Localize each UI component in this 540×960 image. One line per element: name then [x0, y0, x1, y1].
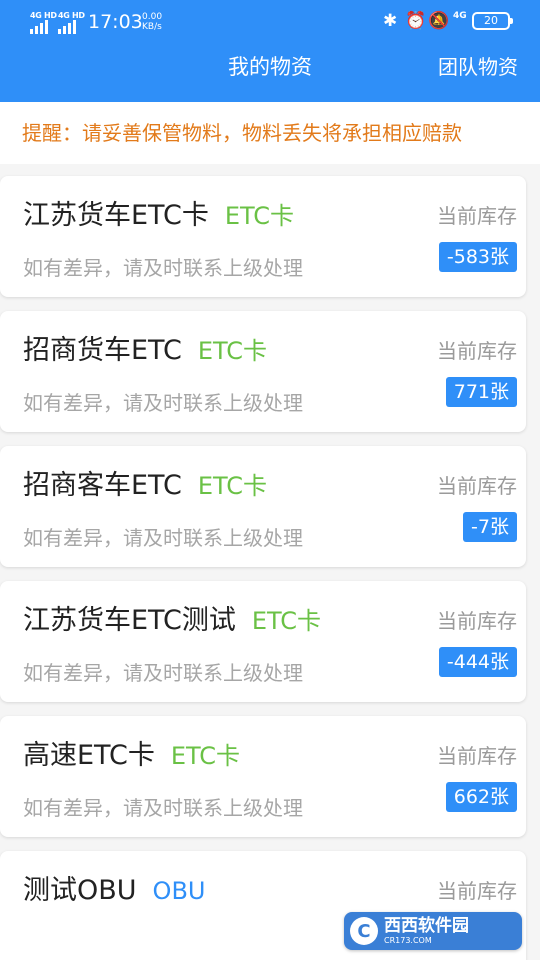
material-type: ETC卡 [224, 202, 295, 230]
signal-1-icon: 4G HD [30, 12, 57, 34]
signal-2-label: 4G HD [58, 11, 85, 20]
material-name: 江苏货车ETC卡 [23, 200, 209, 231]
material-type: OBU [152, 877, 206, 905]
signal-2-icon: 4G HD [58, 12, 85, 34]
material-subtitle: 如有差异，请及时联系上级处理 [23, 796, 303, 820]
watermark-c-icon: C [350, 917, 378, 945]
material-card[interactable]: 江苏货车ETC测试 ETC卡 如有差异，请及时联系上级处理 当前库存 -444张 [0, 581, 526, 702]
status-time: 17:03 [88, 11, 143, 33]
material-type: ETC卡 [197, 337, 268, 365]
stock-badge: 771张 [445, 377, 517, 407]
app-header: 4G HD 4G HD 17:03 0.00 KB/s ✱ ⏰ 🔕 4G 20 … [0, 0, 540, 102]
net-speed: 0.00 KB/s [142, 12, 162, 32]
material-name: 测试OBU [23, 875, 137, 906]
alarm-clock-icon: ⏰ [405, 11, 427, 31]
material-subtitle: 如有差异，请及时联系上级处理 [23, 256, 303, 280]
watermark-logo: C 西西软件园 CR173.COM [344, 912, 522, 950]
stock-label: 当前库存 [437, 339, 517, 363]
stock-badge: 662张 [445, 782, 517, 812]
watermark-main: 西西软件园 [384, 916, 469, 936]
material-card[interactable]: 招商货车ETC ETC卡 如有差异，请及时联系上级处理 当前库存 771张 [0, 311, 526, 432]
stock-label: 当前库存 [437, 744, 517, 768]
material-name: 江苏货车ETC测试 [23, 605, 236, 636]
material-subtitle: 如有差异，请及时联系上级处理 [23, 661, 303, 685]
battery-level: 20 [484, 14, 498, 27]
material-type: ETC卡 [251, 607, 322, 635]
status-bar: 4G HD 4G HD 17:03 0.00 KB/s ✱ ⏰ 🔕 4G 20 [0, 0, 540, 42]
notice-banner: 提醒：请妥善保管物料，物料丢失将承担相应赔款 [0, 102, 540, 164]
battery-icon: 20 [472, 12, 513, 30]
stock-badge: -583张 [438, 242, 517, 272]
material-type: ETC卡 [170, 742, 241, 770]
stock-label: 当前库存 [437, 474, 517, 498]
material-card[interactable]: 招商客车ETC ETC卡 如有差异，请及时联系上级处理 当前库存 -7张 [0, 446, 526, 567]
material-card[interactable]: 江苏货车ETC卡 ETC卡 如有差异，请及时联系上级处理 当前库存 -583张 [0, 176, 526, 297]
team-materials-link[interactable]: 团队物资 [438, 53, 518, 81]
material-name: 高速ETC卡 [23, 740, 155, 771]
stock-label: 当前库存 [437, 204, 517, 228]
notifications-off-icon: 🔕 [428, 11, 450, 31]
material-name: 招商货车ETC [23, 335, 182, 366]
bluetooth-icon: ✱ [383, 11, 398, 31]
net-speed-unit: KB/s [142, 22, 162, 32]
material-subtitle: 如有差异，请及时联系上级处理 [23, 526, 303, 550]
stock-badge: -7张 [463, 512, 517, 542]
material-card[interactable]: 高速ETC卡 ETC卡 如有差异，请及时联系上级处理 当前库存 662张 [0, 716, 526, 837]
signal-1-label: 4G HD [30, 11, 57, 20]
net-speed-value: 0.00 [142, 12, 163, 22]
stock-label: 当前库存 [437, 879, 517, 903]
stock-badge: -444张 [438, 647, 517, 677]
material-subtitle: 如有差异，请及时联系上级处理 [23, 391, 303, 415]
stock-label: 当前库存 [437, 609, 517, 633]
material-type: ETC卡 [197, 472, 268, 500]
lte-label: 4G [453, 11, 467, 21]
watermark-sub: CR173.COM [384, 936, 432, 945]
material-name: 招商客车ETC [23, 470, 182, 501]
